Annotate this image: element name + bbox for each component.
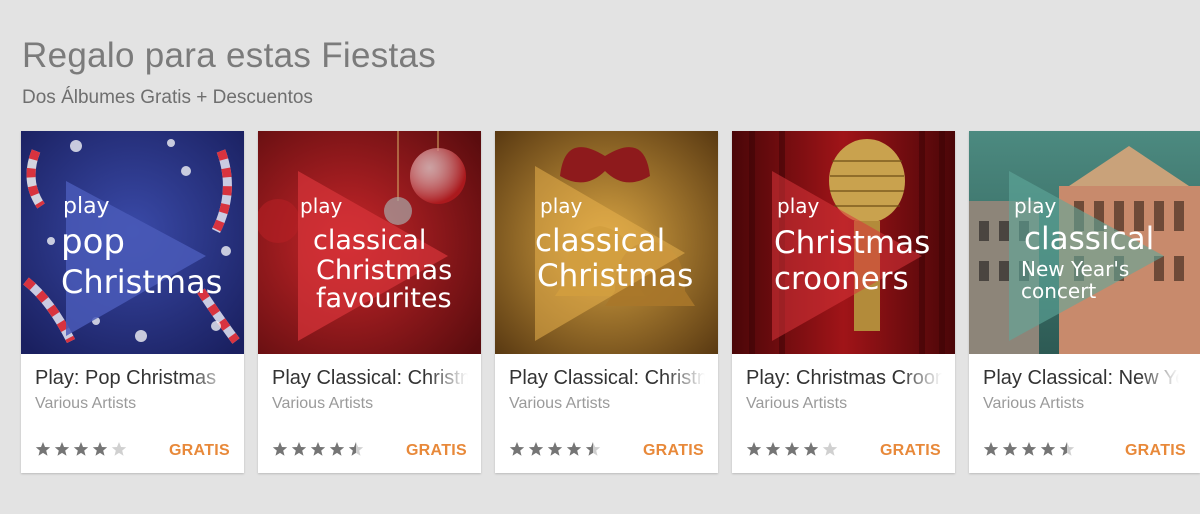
star-filled-icon <box>1002 442 1018 456</box>
price-button[interactable]: GRATIS <box>643 442 704 460</box>
album-card[interactable]: play classical New Year's concert Play C… <box>969 131 1200 473</box>
cover-line-3: Christmas <box>316 255 452 286</box>
star-half-icon <box>348 442 364 456</box>
star-filled-icon <box>547 442 563 456</box>
star-rating <box>509 441 604 457</box>
star-empty-icon <box>822 442 838 456</box>
album-artist[interactable]: Various Artists <box>35 395 136 413</box>
star-filled-icon <box>329 442 345 456</box>
star-filled-icon <box>1021 442 1037 456</box>
price-button[interactable]: GRATIS <box>1125 442 1186 460</box>
album-cover[interactable]: play classical New Year's concert <box>969 131 1200 354</box>
star-rating <box>746 441 841 457</box>
price-button[interactable]: GRATIS <box>169 442 230 460</box>
album-title[interactable]: Play: Christmas Crooners <box>746 367 942 390</box>
star-filled-icon <box>310 442 326 456</box>
album-cover[interactable]: play classical Christmas favourites <box>258 131 481 354</box>
star-rating <box>983 441 1078 457</box>
star-rating <box>272 441 367 457</box>
album-title[interactable]: Play Classical: New Year's Concert <box>983 367 1179 390</box>
star-filled-icon <box>784 442 800 456</box>
cover-line-1: play <box>1014 194 1057 218</box>
cover-line-3: crooners <box>774 261 909 297</box>
cover-line-3: Christmas <box>537 258 693 294</box>
cover-line-1: play <box>777 194 820 218</box>
album-artist[interactable]: Various Artists <box>272 395 373 413</box>
price-button[interactable]: GRATIS <box>406 442 467 460</box>
star-empty-icon <box>111 442 127 456</box>
album-card[interactable]: play pop Christmas Play: Pop Christmas V… <box>21 131 244 473</box>
album-card[interactable]: play classical Christmas Play Classical:… <box>495 131 718 473</box>
price-button[interactable]: GRATIS <box>880 442 941 460</box>
star-filled-icon <box>92 442 108 456</box>
cover-line-1: play <box>63 194 110 219</box>
star-filled-icon <box>528 442 544 456</box>
album-card[interactable]: play Christmas crooners Play: Christmas … <box>732 131 955 473</box>
section-subtitle[interactable]: Dos Álbumes Gratis + Descuentos <box>22 87 313 109</box>
cover-line-2: classical <box>1024 221 1154 257</box>
album-cover[interactable]: play classical Christmas <box>495 131 718 354</box>
cover-line-2: Christmas <box>774 225 930 261</box>
album-artist[interactable]: Various Artists <box>746 395 847 413</box>
album-title[interactable]: Play Classical: Christmas Favourites <box>272 367 468 390</box>
album-card[interactable]: play classical Christmas favourites Play… <box>258 131 481 473</box>
star-filled-icon <box>509 442 525 456</box>
cover-line-3: New Year's <box>1021 257 1129 281</box>
cover-line-4: concert <box>1021 279 1096 303</box>
star-filled-icon <box>1040 442 1056 456</box>
star-half-icon <box>1059 442 1075 456</box>
star-rating <box>35 441 130 457</box>
cover-line-1: play <box>540 194 583 218</box>
album-cover[interactable]: play pop Christmas <box>21 131 244 354</box>
star-filled-icon <box>765 442 781 456</box>
album-title[interactable]: Play: Pop Christmas <box>35 367 231 390</box>
star-filled-icon <box>746 442 762 456</box>
star-half-icon <box>585 442 601 456</box>
cover-line-2: classical <box>535 223 665 259</box>
cover-line-4: favourites <box>316 283 452 314</box>
cover-line-2: classical <box>313 225 426 256</box>
album-title[interactable]: Play Classical: Christmas <box>509 367 705 390</box>
cover-line-3: Christmas <box>61 263 222 301</box>
album-artist[interactable]: Various Artists <box>509 395 610 413</box>
cover-line-1: play <box>300 194 343 218</box>
cover-line-2: pop <box>61 222 125 262</box>
star-filled-icon <box>803 442 819 456</box>
star-filled-icon <box>35 442 51 456</box>
star-filled-icon <box>54 442 70 456</box>
section-title: Regalo para estas Fiestas <box>22 36 437 75</box>
star-filled-icon <box>566 442 582 456</box>
star-filled-icon <box>272 442 288 456</box>
star-filled-icon <box>73 442 89 456</box>
album-cover[interactable]: play Christmas crooners <box>732 131 955 354</box>
star-filled-icon <box>291 442 307 456</box>
album-card-list: play pop Christmas Play: Pop Christmas V… <box>21 131 1200 474</box>
album-artist[interactable]: Various Artists <box>983 395 1084 413</box>
star-filled-icon <box>983 442 999 456</box>
